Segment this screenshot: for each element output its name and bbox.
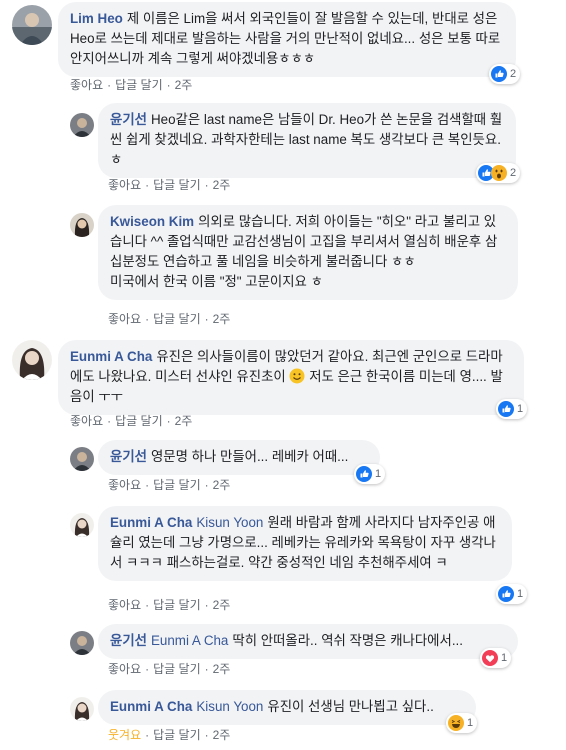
reaction-summary[interactable]: 1 bbox=[496, 399, 528, 419]
comment-author[interactable]: Lim Heo bbox=[70, 11, 123, 26]
like-button[interactable]: 좋아요 bbox=[108, 662, 141, 676]
avatar-eunmi-a-cha[interactable] bbox=[12, 340, 52, 380]
comment-text: 제 이름은 Lim을 써서 외국인들이 잘 발음할 수 있는데, 반대로 성은 … bbox=[70, 11, 501, 66]
like-button[interactable]: 좋아요 bbox=[108, 178, 141, 192]
like-icon bbox=[491, 66, 507, 82]
comment-author[interactable]: 윤기선 bbox=[110, 112, 147, 127]
comment-actions: 좋아요 · 답글 달기 · 2주 bbox=[70, 414, 193, 428]
comment-actions: 좋아요 · 답글 달기 · 2주 bbox=[70, 78, 193, 92]
comment-text: Heo같은 last name은 남들이 Dr. Heo가 쓴 논문을 검색할때… bbox=[110, 112, 503, 167]
reply-button[interactable]: 답글 달기 bbox=[153, 598, 201, 612]
timestamp[interactable]: 2주 bbox=[175, 78, 193, 92]
like-icon bbox=[498, 401, 514, 417]
timestamp[interactable]: 2주 bbox=[213, 662, 231, 676]
reaction-summary[interactable]: 1 bbox=[496, 584, 528, 604]
like-icon bbox=[356, 466, 372, 482]
wow-icon bbox=[491, 165, 507, 181]
timestamp[interactable]: 2주 bbox=[213, 728, 231, 742]
like-button[interactable]: 좋아요 bbox=[108, 598, 141, 612]
tagged-user[interactable]: Eunmi A Cha bbox=[151, 633, 228, 648]
comment-bubble: Eunmi A Cha 유진은 의사들이름이 많았던거 같아요. 최근엔 군인으로… bbox=[58, 340, 524, 415]
like-button[interactable]: 좋아요 bbox=[70, 78, 103, 92]
comment-actions: 웃겨요 · 답글 달기 · 2주 bbox=[108, 728, 231, 742]
tagged-user[interactable]: Kisun Yoon bbox=[196, 515, 263, 530]
avatar-yoon-kiseon[interactable] bbox=[70, 113, 94, 137]
reply-button[interactable]: 답글 달기 bbox=[153, 662, 201, 676]
timestamp[interactable]: 2주 bbox=[213, 598, 231, 612]
comment-author[interactable]: 윤기선 bbox=[110, 633, 147, 648]
reply-button[interactable]: 답글 달기 bbox=[153, 312, 201, 326]
reply-button[interactable]: 답글 달기 bbox=[153, 178, 201, 192]
haha-icon bbox=[448, 715, 464, 731]
reaction-count: 1 bbox=[467, 717, 474, 729]
comment-text: 딱히 안떠올라.. 역쉬 작명은 캐나다에서... bbox=[232, 633, 463, 648]
comment-actions: 좋아요 · 답글 달기 · 2주 bbox=[108, 478, 231, 492]
like-button[interactable]: 좋아요 bbox=[108, 312, 141, 326]
comment-actions: 좋아요 · 답글 달기 · 2주 bbox=[108, 598, 231, 612]
comment-bubble: Eunmi A Cha Kisun Yoon 원래 바람과 함께 사라지다 남자주인… bbox=[98, 506, 512, 581]
reaction-count: 1 bbox=[517, 403, 524, 415]
comment-text: 유진이 선생님 만나뵙고 싶다.. bbox=[267, 699, 434, 714]
reaction-summary[interactable]: 2 bbox=[476, 163, 521, 183]
timestamp[interactable]: 2주 bbox=[213, 478, 231, 492]
avatar-lim-heo[interactable] bbox=[12, 5, 52, 45]
comment-author[interactable]: 윤기선 bbox=[110, 449, 147, 464]
comment-bubble: 윤기선 영문명 하나 만들어... 레베카 어때... bbox=[98, 440, 380, 475]
comment-author[interactable]: Kwiseon Kim bbox=[110, 214, 194, 229]
smile-emoji-icon bbox=[289, 368, 305, 384]
comment-bubble: 윤기선 Eunmi A Cha 딱히 안떠올라.. 역쉬 작명은 캐나다에서... bbox=[98, 624, 518, 659]
reply-button[interactable]: 답글 달기 bbox=[153, 478, 201, 492]
comment-bubble: Lim Heo 제 이름은 Lim을 써서 외국인들이 잘 발음할 수 있는데, … bbox=[58, 2, 516, 77]
haha-reaction-button[interactable]: 웃겨요 bbox=[108, 728, 141, 742]
timestamp[interactable]: 2주 bbox=[213, 312, 231, 326]
avatar-eunmi-a-cha[interactable] bbox=[70, 513, 94, 537]
timestamp[interactable]: 2주 bbox=[175, 414, 193, 428]
comment-text: 영문명 하나 만들어... 레베카 어때... bbox=[150, 449, 349, 464]
avatar-eunmi-a-cha[interactable] bbox=[70, 697, 94, 721]
tagged-user[interactable]: Kisun Yoon bbox=[196, 699, 263, 714]
reaction-summary[interactable]: 1 bbox=[354, 464, 386, 484]
reaction-count: 2 bbox=[510, 167, 517, 179]
comment-bubble: Kwiseon Kim 의외로 많습니다. 저희 아이들는 "히오" 라고 불리고… bbox=[98, 205, 518, 300]
comment-author[interactable]: Eunmi A Cha bbox=[110, 515, 192, 530]
reply-button[interactable]: 답글 달기 bbox=[115, 78, 163, 92]
comment-text-line2: 미국에서 한국 이름 "정" 고문이지요 ㅎ bbox=[110, 274, 323, 289]
comment-bubble: Eunmi A Cha Kisun Yoon 유진이 선생님 만나뵙고 싶다.. bbox=[98, 690, 476, 725]
reaction-count: 1 bbox=[501, 652, 508, 664]
reaction-summary[interactable]: 2 bbox=[489, 64, 521, 84]
avatar-yoon-kiseon[interactable] bbox=[70, 631, 94, 655]
comment-actions: 좋아요 · 답글 달기 · 2주 bbox=[108, 662, 231, 676]
comment-actions: 좋아요 · 답글 달기 · 2주 bbox=[108, 178, 231, 192]
comment-author[interactable]: Eunmi A Cha bbox=[110, 699, 192, 714]
comment-bubble: 윤기선 Heo같은 last name은 남들이 Dr. Heo가 쓴 논문을 검… bbox=[98, 103, 516, 178]
like-button[interactable]: 좋아요 bbox=[108, 478, 141, 492]
reaction-count: 1 bbox=[375, 468, 382, 480]
love-icon bbox=[482, 650, 498, 666]
like-button[interactable]: 좋아요 bbox=[70, 414, 103, 428]
reaction-summary[interactable]: 1 bbox=[480, 648, 512, 668]
reply-button[interactable]: 답글 달기 bbox=[115, 414, 163, 428]
comment-author[interactable]: Eunmi A Cha bbox=[70, 349, 152, 364]
avatar-kwiseon-kim[interactable] bbox=[70, 213, 94, 237]
comment-actions: 좋아요 · 답글 달기 · 2주 bbox=[108, 312, 231, 326]
timestamp[interactable]: 2주 bbox=[213, 178, 231, 192]
reaction-count: 1 bbox=[517, 588, 524, 600]
reply-button[interactable]: 답글 달기 bbox=[153, 728, 201, 742]
reaction-count: 2 bbox=[510, 68, 517, 80]
avatar-yoon-kiseon[interactable] bbox=[70, 447, 94, 471]
like-icon bbox=[498, 586, 514, 602]
reaction-summary[interactable]: 1 bbox=[446, 713, 478, 733]
